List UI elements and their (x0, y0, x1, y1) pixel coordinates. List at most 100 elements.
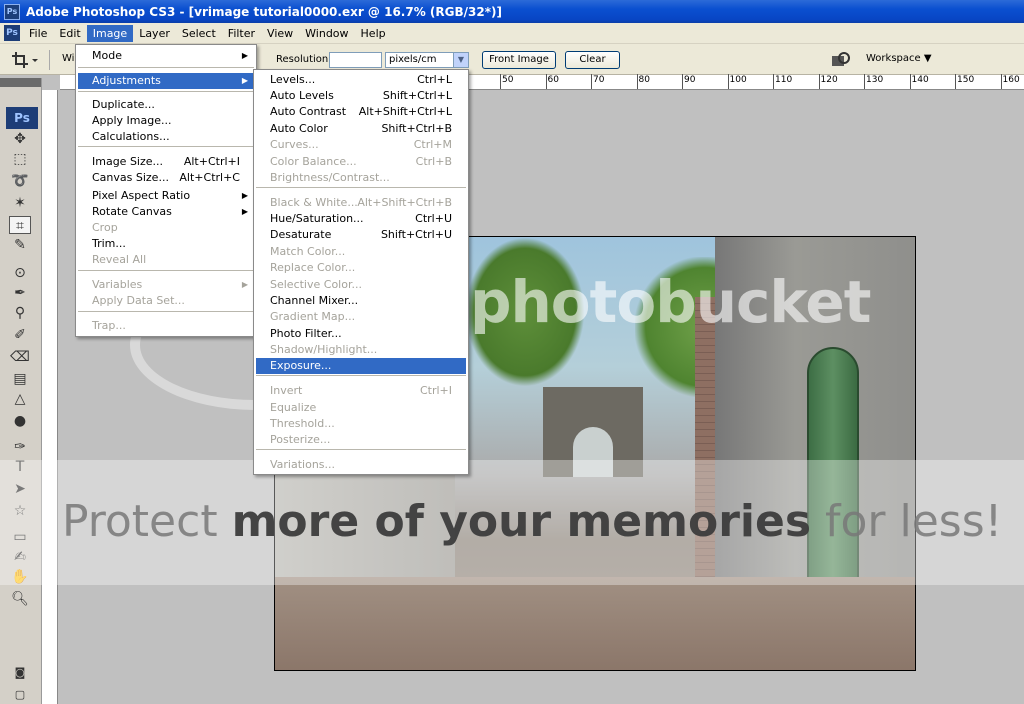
eraser-tool-icon[interactable]: ⌫ (9, 348, 31, 366)
gradient-tool-icon[interactable]: ▤ (9, 370, 31, 388)
menu-item-canvas-size[interactable]: Canvas Size... Alt+Ctrl+C (78, 170, 254, 186)
screen-mode-icon[interactable]: ▢ (9, 686, 31, 704)
menu-item-label: Mode (92, 49, 122, 62)
submenu-arrow-icon: ▶ (241, 76, 248, 85)
menu-bar: Ps File Edit Image Layer Select Filter V… (0, 23, 1024, 44)
ps-logo[interactable]: Ps (6, 107, 38, 129)
move-tool-icon[interactable]: ✥ (9, 130, 31, 148)
menu-item-shortcut: Alt+Ctrl+C (179, 171, 240, 184)
brush-tool-icon[interactable]: ✒ (9, 284, 31, 302)
crop-tool-icon[interactable]: ⌗ (9, 216, 31, 234)
menu-item-label: Photo Filter... (270, 327, 342, 340)
menu-item-channel-mixer[interactable]: Channel Mixer... (256, 293, 466, 309)
menu-item-label: Trim... (92, 237, 126, 250)
menu-item-label: Exposure... (270, 359, 332, 372)
lasso-tool-icon[interactable]: ➰ (9, 172, 31, 190)
eyedropper-tool-icon[interactable]: ✎ (9, 236, 31, 254)
menu-item-label: Equalize (270, 401, 317, 414)
menu-select[interactable]: Select (176, 25, 222, 42)
ruler-tick (636, 74, 638, 89)
menu-item-label: Gradient Map... (270, 310, 356, 323)
menu-item-shortcut: Ctrl+B (415, 155, 452, 168)
menu-layer[interactable]: Layer (133, 25, 176, 42)
toolbox: Ps ✥ ⬚ ➰ ✶ ⌗ ✎ ⊙ ✒ ⚲ ✐ ⌫ ▤ △ ● ✑ T ➤ ☆ ▭… (0, 78, 42, 704)
ruler-label: 110 (775, 75, 793, 85)
menu-separator (256, 187, 466, 188)
blur-tool-icon[interactable]: △ (9, 390, 31, 408)
menu-item-trim[interactable]: Trim... (78, 236, 254, 252)
menu-item-auto-color[interactable]: Auto Color Shift+Ctrl+B (256, 121, 466, 137)
menu-item-hue-saturation[interactable]: Hue/Saturation... Ctrl+U (256, 211, 466, 227)
menu-file[interactable]: File (23, 25, 53, 42)
menu-item-exposure[interactable]: Exposure... (256, 358, 466, 374)
menu-item-label: Duplicate... (92, 98, 155, 111)
quick-mask-icon[interactable]: ◙ (9, 664, 31, 682)
zoom-tool-icon[interactable]: 🔍︎ (9, 590, 31, 608)
menu-view[interactable]: View (261, 25, 299, 42)
ruler-tick (909, 74, 911, 89)
menu-item-label: Desaturate (270, 228, 332, 241)
menu-item-label: Apply Image... (92, 114, 172, 127)
ruler-tick (818, 74, 820, 89)
clone-stamp-tool-icon[interactable]: ⚲ (9, 304, 31, 322)
marquee-tool-icon[interactable]: ⬚ (9, 150, 31, 168)
ruler-label: 100 (729, 75, 747, 85)
menu-item-photo-filter[interactable]: Photo Filter... (256, 326, 466, 342)
menu-item-auto-contrast[interactable]: Auto Contrast Alt+Shift+Ctrl+L (256, 104, 466, 120)
menu-separator (78, 311, 254, 312)
ruler-label: 70 (593, 75, 605, 85)
healing-brush-tool-icon[interactable]: ⊙ (9, 264, 31, 282)
ruler-label: 130 (866, 75, 884, 85)
menu-item-image-size[interactable]: Image Size... Alt+Ctrl+I (78, 154, 254, 170)
ruler-tick (682, 74, 683, 89)
menu-item-equalize: Equalize (256, 400, 466, 416)
ruler-tick (864, 74, 865, 89)
menu-item-variables: Variables ▶ (78, 277, 254, 293)
menu-item-shortcut: Ctrl+M (413, 138, 452, 151)
menu-filter[interactable]: Filter (222, 25, 261, 42)
ps-menu-icon[interactable]: Ps (4, 25, 20, 41)
menu-item-selective-color: Selective Color... (256, 277, 466, 293)
menu-help[interactable]: Help (355, 25, 392, 42)
ruler-label: 160 (1002, 75, 1020, 85)
menu-item-threshold: Threshold... (256, 416, 466, 432)
vertical-ruler (42, 90, 58, 704)
menu-item-auto-levels[interactable]: Auto Levels Shift+Ctrl+L (256, 88, 466, 104)
bridge-icon[interactable] (830, 52, 852, 68)
menu-item-shortcut: Shift+Ctrl+B (381, 122, 452, 135)
menu-item-adjustments[interactable]: Adjustments ▶ (78, 73, 254, 89)
menu-item-rotate-canvas[interactable]: Rotate Canvas ▶ (78, 204, 254, 220)
clear-button[interactable]: Clear (565, 51, 620, 69)
menu-item-label: Invert (270, 384, 303, 397)
ruler-label: 90 (684, 75, 696, 85)
ruler-label: 150 (957, 75, 975, 85)
menu-item-desaturate[interactable]: Desaturate Shift+Ctrl+U (256, 227, 466, 243)
menu-item-shortcut: Ctrl+U (415, 212, 452, 225)
photoshop-app-icon: Ps (4, 3, 20, 20)
crop-tool-preset-picker[interactable] (8, 50, 50, 70)
history-brush-tool-icon[interactable]: ✐ (9, 326, 31, 344)
image-menu-dropdown: Mode ▶ Adjustments ▶ Duplicate... Apply Image… (75, 44, 257, 337)
menu-item-label: Curves... (270, 138, 319, 151)
magic-wand-tool-icon[interactable]: ✶ (9, 194, 31, 212)
resolution-units-select[interactable]: pixels/cm ▼ (385, 52, 469, 68)
menu-item-label: Brightness/Contrast... (270, 171, 390, 184)
menu-item-brightness-contrast: Brightness/Contrast... (256, 170, 466, 186)
pen-tool-icon[interactable]: ✑ (9, 438, 31, 456)
menu-item-levels[interactable]: Levels... Ctrl+L (256, 72, 466, 88)
menu-item-calculations[interactable]: Calculations... (78, 129, 254, 145)
menu-item-pixel-aspect-ratio[interactable]: Pixel Aspect Ratio ▶ (78, 188, 254, 204)
resolution-input[interactable] (329, 52, 382, 68)
menu-image[interactable]: Image (86, 24, 134, 42)
menu-edit[interactable]: Edit (53, 25, 86, 42)
menu-item-apply-image[interactable]: Apply Image... (78, 113, 254, 129)
menu-window[interactable]: Window (299, 25, 354, 42)
front-image-button[interactable]: Front Image (482, 51, 556, 69)
toolbox-grip[interactable] (0, 78, 41, 87)
menu-item-mode[interactable]: Mode ▶ (78, 48, 254, 64)
menu-item-shortcut: Alt+Shift+Ctrl+B (357, 196, 452, 209)
menu-item-duplicate[interactable]: Duplicate... (78, 97, 254, 113)
workspace-button[interactable]: Workspace ▼ (866, 53, 932, 64)
menu-item-gradient-map: Gradient Map... (256, 309, 466, 325)
dodge-tool-icon[interactable]: ● (9, 412, 31, 430)
